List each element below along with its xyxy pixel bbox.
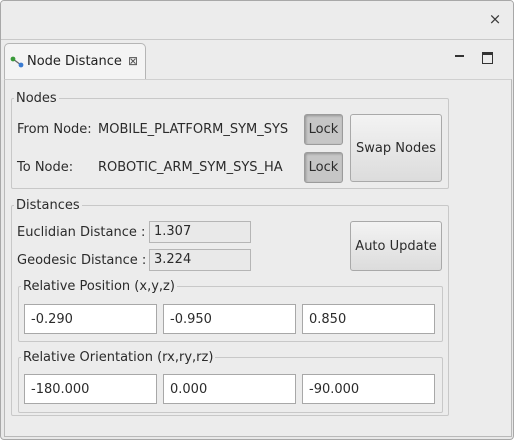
tab-title: Node Distance [27, 54, 122, 69]
maximize-icon[interactable] [481, 50, 495, 64]
position-x-input[interactable] [24, 304, 157, 334]
orientation-ry-input[interactable] [163, 374, 296, 404]
distances-legend: Distances [16, 198, 80, 213]
euclidian-distance-label: Euclidian Distance : [17, 225, 146, 240]
position-z-input[interactable] [302, 304, 435, 334]
minimize-icon[interactable] [453, 50, 467, 64]
swap-nodes-button[interactable]: Swap Nodes [350, 114, 442, 182]
view-content: Nodes From Node: MOBILE_PLATFORM_SYM_SYS… [4, 79, 512, 437]
tab-strip: Node Distance ⊠ [1, 39, 513, 81]
tab-node-distance[interactable]: Node Distance ⊠ [4, 43, 146, 81]
to-node-value: ROBOTIC_ARM_SYM_SYS_HA [98, 160, 283, 175]
tab-close-icon[interactable]: ⊠ [128, 54, 138, 68]
auto-update-button[interactable]: Auto Update [350, 221, 442, 271]
node-distance-icon [10, 56, 24, 68]
from-lock-button[interactable]: Lock [304, 114, 343, 145]
position-y-input[interactable] [163, 304, 296, 334]
nodes-legend: Nodes [16, 91, 57, 106]
euclidian-distance-value: 1.307 [149, 221, 251, 243]
orientation-rx-input[interactable] [24, 374, 157, 404]
to-node-label: To Node: [17, 160, 74, 175]
geodesic-distance-label: Geodesic Distance : [17, 253, 147, 268]
window-close-button[interactable]: × [487, 11, 503, 27]
title-bar: × [1, 1, 513, 39]
from-node-value: MOBILE_PLATFORM_SYM_SYS [98, 122, 289, 137]
app-window: × Node Distance ⊠ Nodes From Node: MOBIL… [0, 0, 514, 440]
geodesic-distance-value: 3.224 [149, 249, 251, 271]
to-lock-button[interactable]: Lock [304, 152, 343, 183]
from-node-label: From Node: [17, 122, 92, 137]
relative-orientation-legend: Relative Orientation (rx,ry,rz) [23, 350, 214, 365]
orientation-rz-input[interactable] [302, 374, 435, 404]
relative-position-legend: Relative Position (x,y,z) [23, 279, 175, 294]
